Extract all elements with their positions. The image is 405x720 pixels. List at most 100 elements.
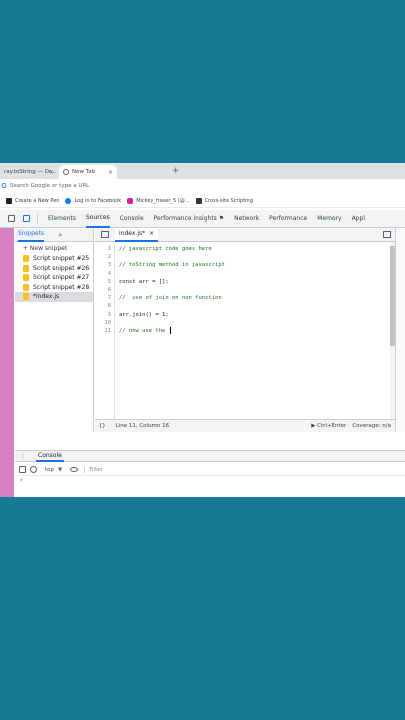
snippet-item[interactable]: Script snippet #27 bbox=[15, 273, 93, 283]
snippet-label: Script snippet #26 bbox=[33, 264, 90, 272]
code-line-text: // now use the bbox=[119, 327, 169, 334]
bookmark-xss[interactable]: Cross-site Scripting bbox=[195, 198, 253, 204]
bookmark-icon bbox=[195, 198, 202, 204]
snippet-label: Script snippet #27 bbox=[33, 274, 90, 282]
line-number: 3 bbox=[107, 262, 111, 269]
new-tab-button[interactable]: + bbox=[172, 166, 180, 176]
text-cursor bbox=[169, 326, 171, 334]
coverage-status: Coverage: n/a bbox=[352, 423, 391, 429]
snippet-item[interactable]: Script snippet #28 bbox=[15, 283, 93, 293]
bookmarks-bar: Create a New Pen Log in to Facebook Mick… bbox=[0, 195, 405, 208]
debugger-pane bbox=[395, 228, 405, 432]
editor-tabbar: index.js* × bbox=[95, 227, 395, 242]
editor-statusbar: {} Line 11, Column 16 ▶ Ctrl+Enter Cover… bbox=[95, 419, 395, 432]
code-lines: // javascript code goes here // toString… bbox=[119, 245, 225, 335]
console-toolbar: top ▼ Filter bbox=[15, 464, 405, 476]
close-icon[interactable]: × bbox=[108, 169, 113, 176]
chevron-down-icon: ▼ bbox=[58, 466, 63, 473]
drawer-tab-console[interactable]: Console bbox=[36, 450, 64, 462]
instagram-icon bbox=[127, 198, 134, 204]
code-editor: index.js* × 1 2 3 4 5 6 7 8 9 10 11 // j… bbox=[95, 227, 395, 432]
tab-strip: ray.toString — Dr... × New Tab × + bbox=[0, 163, 405, 179]
snippet-label: Script snippet #25 bbox=[33, 255, 90, 263]
clear-console-icon[interactable] bbox=[30, 466, 37, 473]
snippet-label: *index.js bbox=[33, 293, 60, 301]
tab-sources[interactable]: Sources bbox=[85, 210, 110, 228]
bookmark-label: Create a New Pen bbox=[15, 198, 60, 204]
more-menu-icon[interactable]: ⋮ bbox=[20, 453, 26, 460]
live-expression-eye-icon[interactable] bbox=[70, 467, 79, 472]
google-icon: G bbox=[1, 182, 7, 190]
tab-network[interactable]: Network bbox=[234, 210, 259, 228]
code-line: const arr = []; bbox=[119, 278, 169, 285]
snippet-file-icon bbox=[23, 283, 29, 291]
omnibox[interactable]: G Search Google or type a URL bbox=[0, 179, 405, 193]
toggle-navigator-icon[interactable] bbox=[101, 231, 109, 238]
tab-new-tab[interactable]: New Tab × bbox=[59, 165, 117, 179]
tab-memory[interactable]: Memory bbox=[317, 210, 341, 228]
tab-snippets[interactable]: Snippets bbox=[18, 228, 45, 242]
snippet-item[interactable]: Script snippet #26 bbox=[15, 264, 93, 274]
tab-previous[interactable]: ray.toString — Dr... × bbox=[0, 165, 58, 179]
snippet-file-icon bbox=[23, 293, 29, 301]
bookmark-facebook[interactable]: Log in to Facebook bbox=[65, 198, 121, 204]
line-number: 4 bbox=[107, 270, 111, 277]
codepen-icon bbox=[6, 198, 12, 204]
cursor-position: Line 11, Column 16 bbox=[115, 423, 170, 429]
context-label: top bbox=[45, 466, 55, 473]
pretty-print-button[interactable]: {} bbox=[99, 423, 106, 429]
context-selector[interactable]: top ▼ bbox=[45, 467, 62, 473]
file-tab-label: index.js* bbox=[119, 230, 146, 237]
tab-elements[interactable]: Elements bbox=[48, 210, 76, 228]
code-line: arr.join() = 1; bbox=[119, 311, 169, 318]
line-number: 1 bbox=[107, 246, 111, 252]
code-line: // use of join on non function bbox=[119, 295, 222, 302]
navigator-pane: Snippets » + New snippet Script snippet … bbox=[15, 228, 94, 432]
code-line: // javascript code goes here bbox=[119, 246, 212, 252]
editor-file-tab[interactable]: index.js* × bbox=[115, 227, 159, 242]
drawer-tabbar: ⋮ Console bbox=[15, 450, 405, 462]
sidebar-toggle-icon[interactable] bbox=[19, 466, 26, 473]
tab-application[interactable]: Appl bbox=[352, 210, 365, 228]
snippet-item-selected[interactable]: *index.js bbox=[15, 292, 93, 302]
code-area[interactable]: 1 2 3 4 5 6 7 8 9 10 11 // javascript co… bbox=[95, 242, 395, 419]
more-tabs-icon[interactable]: » bbox=[58, 231, 62, 239]
devtools-tabbar: Elements Sources Console Performance ins… bbox=[0, 210, 405, 228]
line-number: 5 bbox=[107, 278, 111, 285]
bookmark-label: Log in to Facebook bbox=[74, 198, 122, 204]
run-snippet-button[interactable]: ▶ Ctrl+Enter bbox=[311, 423, 346, 429]
close-icon[interactable]: × bbox=[149, 230, 154, 237]
line-number: 10 bbox=[104, 319, 111, 326]
tab-performance[interactable]: Performance bbox=[269, 210, 307, 228]
bookmark-label: Cross-site Scripting bbox=[204, 198, 253, 204]
bookmark-codepen[interactable]: Create a New Pen bbox=[6, 198, 59, 204]
toggle-debugger-icon[interactable] bbox=[383, 231, 391, 238]
line-number: 2 bbox=[107, 254, 111, 261]
line-gutter: 1 2 3 4 5 6 7 8 9 10 11 bbox=[95, 245, 115, 419]
bookmark-label: Mickey_fraser_5 (@... bbox=[136, 198, 190, 204]
line-number: 9 bbox=[107, 311, 111, 318]
navigator-header: Snippets » bbox=[15, 228, 93, 242]
side-strip bbox=[0, 228, 14, 497]
device-toolbar-icon[interactable] bbox=[23, 215, 30, 222]
tab-title: New Tab bbox=[72, 169, 96, 175]
tab-console[interactable]: Console bbox=[120, 210, 144, 228]
snippet-item[interactable]: Script snippet #25 bbox=[15, 254, 93, 264]
close-icon[interactable]: × bbox=[49, 169, 54, 176]
tab-performance-insights[interactable]: Performance insights ⚑ bbox=[154, 210, 225, 228]
line-number: 11 bbox=[104, 327, 111, 334]
facebook-icon bbox=[65, 198, 72, 204]
globe-icon bbox=[63, 169, 69, 175]
line-number: 6 bbox=[107, 286, 111, 293]
filter-input[interactable]: Filter bbox=[84, 466, 103, 473]
new-snippet-button[interactable]: + New snippet bbox=[23, 242, 93, 254]
inspect-icon[interactable] bbox=[8, 215, 15, 222]
snippet-file-icon bbox=[23, 274, 29, 282]
browser-window: ray.toString — Dr... × New Tab × + G Sea… bbox=[0, 163, 405, 497]
bookmark-instagram[interactable]: Mickey_fraser_5 (@... bbox=[127, 198, 190, 204]
snippet-file-icon bbox=[23, 255, 29, 263]
console-prompt[interactable]: › bbox=[19, 476, 23, 484]
snippet-file-icon bbox=[23, 264, 29, 272]
